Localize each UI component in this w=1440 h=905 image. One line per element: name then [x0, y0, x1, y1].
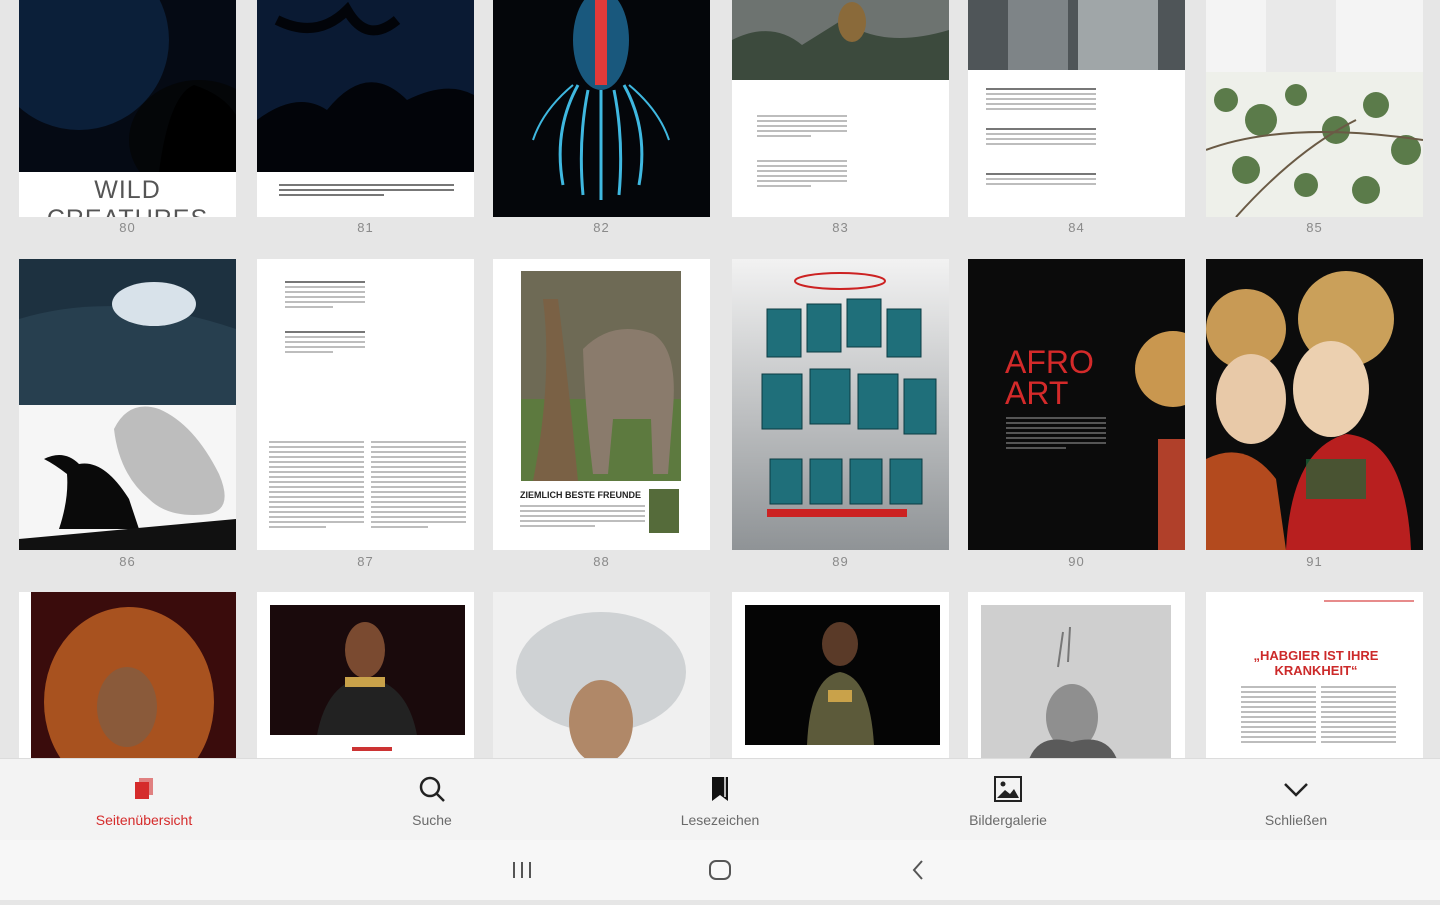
white-hair-portrait-image: [493, 592, 710, 758]
toolbar-label: Lesezeichen: [680, 812, 760, 828]
search-icon: [419, 776, 445, 802]
page-thumbnail-82[interactable]: [493, 0, 710, 217]
wild-creatures-title: WILD CREATURES: [47, 176, 207, 217]
back-button[interactable]: [888, 840, 948, 900]
page-thumbnail-grid: WILD CREATURES 80 81 82 83: [0, 0, 1440, 758]
page-thumbnail-93[interactable]: [257, 592, 474, 758]
page-thumbnail-91[interactable]: [1206, 259, 1423, 550]
page-number: 91: [1306, 554, 1323, 569]
page-number: 88: [593, 554, 610, 569]
freunde-headline: ZIEMLICH BESTE FREUNDE: [520, 490, 642, 500]
magazine-ad-image: [761, 272, 937, 517]
page-thumbnail-90[interactable]: AFRO ART: [968, 259, 1185, 550]
toolbar-label: Bildergalerie: [969, 812, 1047, 828]
toolbar-label: Schließen: [1264, 812, 1328, 828]
page-thumbnail-80[interactable]: WILD CREATURES: [19, 0, 236, 217]
page-thumbnail-81[interactable]: [257, 0, 474, 217]
girl-red-hair-portrait-image: [31, 592, 236, 758]
habgier-headline: „HABGIER IST IHRE KRANKHEIT“: [1253, 648, 1379, 678]
page-thumbnail-89[interactable]: [732, 259, 949, 550]
toolbar-button-close[interactable]: Schließen: [1196, 759, 1396, 841]
system-navigation-bar: [0, 840, 1440, 900]
page-number: 89: [832, 554, 849, 569]
two-girls-portrait-image: [1206, 259, 1423, 550]
page-number: 86: [119, 554, 136, 569]
page-thumbnail-95[interactable]: [732, 592, 949, 758]
page-number: 90: [1068, 554, 1085, 569]
toolbar-button-search[interactable]: Suche: [332, 759, 532, 841]
afro-title: AFRO: [1005, 344, 1094, 380]
toolbar-button-gallery[interactable]: Bildergalerie: [908, 759, 1108, 841]
chevron-down-icon: [1284, 783, 1308, 797]
page-number: 83: [832, 220, 849, 235]
page-thumbnail-97[interactable]: „HABGIER IST IHRE KRANKHEIT“: [1206, 592, 1423, 758]
back-icon: [912, 860, 923, 880]
page-number: 80: [119, 220, 136, 235]
squid-xray-image: [493, 0, 710, 217]
girl-gold-crown-portrait-image: [270, 605, 465, 751]
sitting-bull-portrait-image: [981, 605, 1171, 758]
bottom-toolbar: Seitenübersicht Suche Lesezeichen Bilder…: [0, 758, 1440, 841]
page-thumbnail-85[interactable]: [1206, 0, 1423, 217]
recent-apps-button[interactable]: [492, 840, 552, 900]
toolbar-label: Seitenübersicht: [95, 812, 193, 828]
page-number: 84: [1068, 220, 1085, 235]
toolbar-button-page-overview[interactable]: Seitenübersicht: [44, 759, 244, 841]
page-number: 81: [357, 220, 374, 235]
art-title: ART: [1005, 375, 1069, 411]
home-button[interactable]: [690, 840, 750, 900]
page-thumbnail-88[interactable]: ZIEMLICH BESTE FREUNDE: [493, 259, 710, 550]
boy-uniform-portrait-image: [745, 605, 940, 745]
image-gallery-icon: [994, 776, 1022, 802]
pages-overview-icon: [135, 778, 153, 799]
page-thumbnail-94[interactable]: [493, 592, 710, 758]
page-thumbnail-96[interactable]: [968, 592, 1185, 758]
page-number: 82: [593, 220, 610, 235]
page-thumbnail-86[interactable]: [19, 259, 236, 550]
page-thumbnail-83[interactable]: [732, 0, 949, 217]
toolbar-button-bookmarks[interactable]: Lesezeichen: [620, 759, 820, 841]
toolbar-label: Suche: [412, 812, 452, 828]
recent-apps-icon: [513, 862, 531, 878]
page-thumbnail-87[interactable]: [257, 259, 474, 550]
tree-branches-image: [1206, 0, 1423, 217]
page-thumbnail-84[interactable]: [968, 0, 1185, 217]
page-thumbnail-92[interactable]: [19, 592, 236, 758]
bookmark-icon: [712, 777, 728, 801]
page-number: 87: [357, 554, 374, 569]
home-icon: [709, 860, 731, 880]
afro-portrait-image: [968, 259, 1185, 550]
page-number: 85: [1306, 220, 1323, 235]
birds-image: [19, 259, 236, 550]
